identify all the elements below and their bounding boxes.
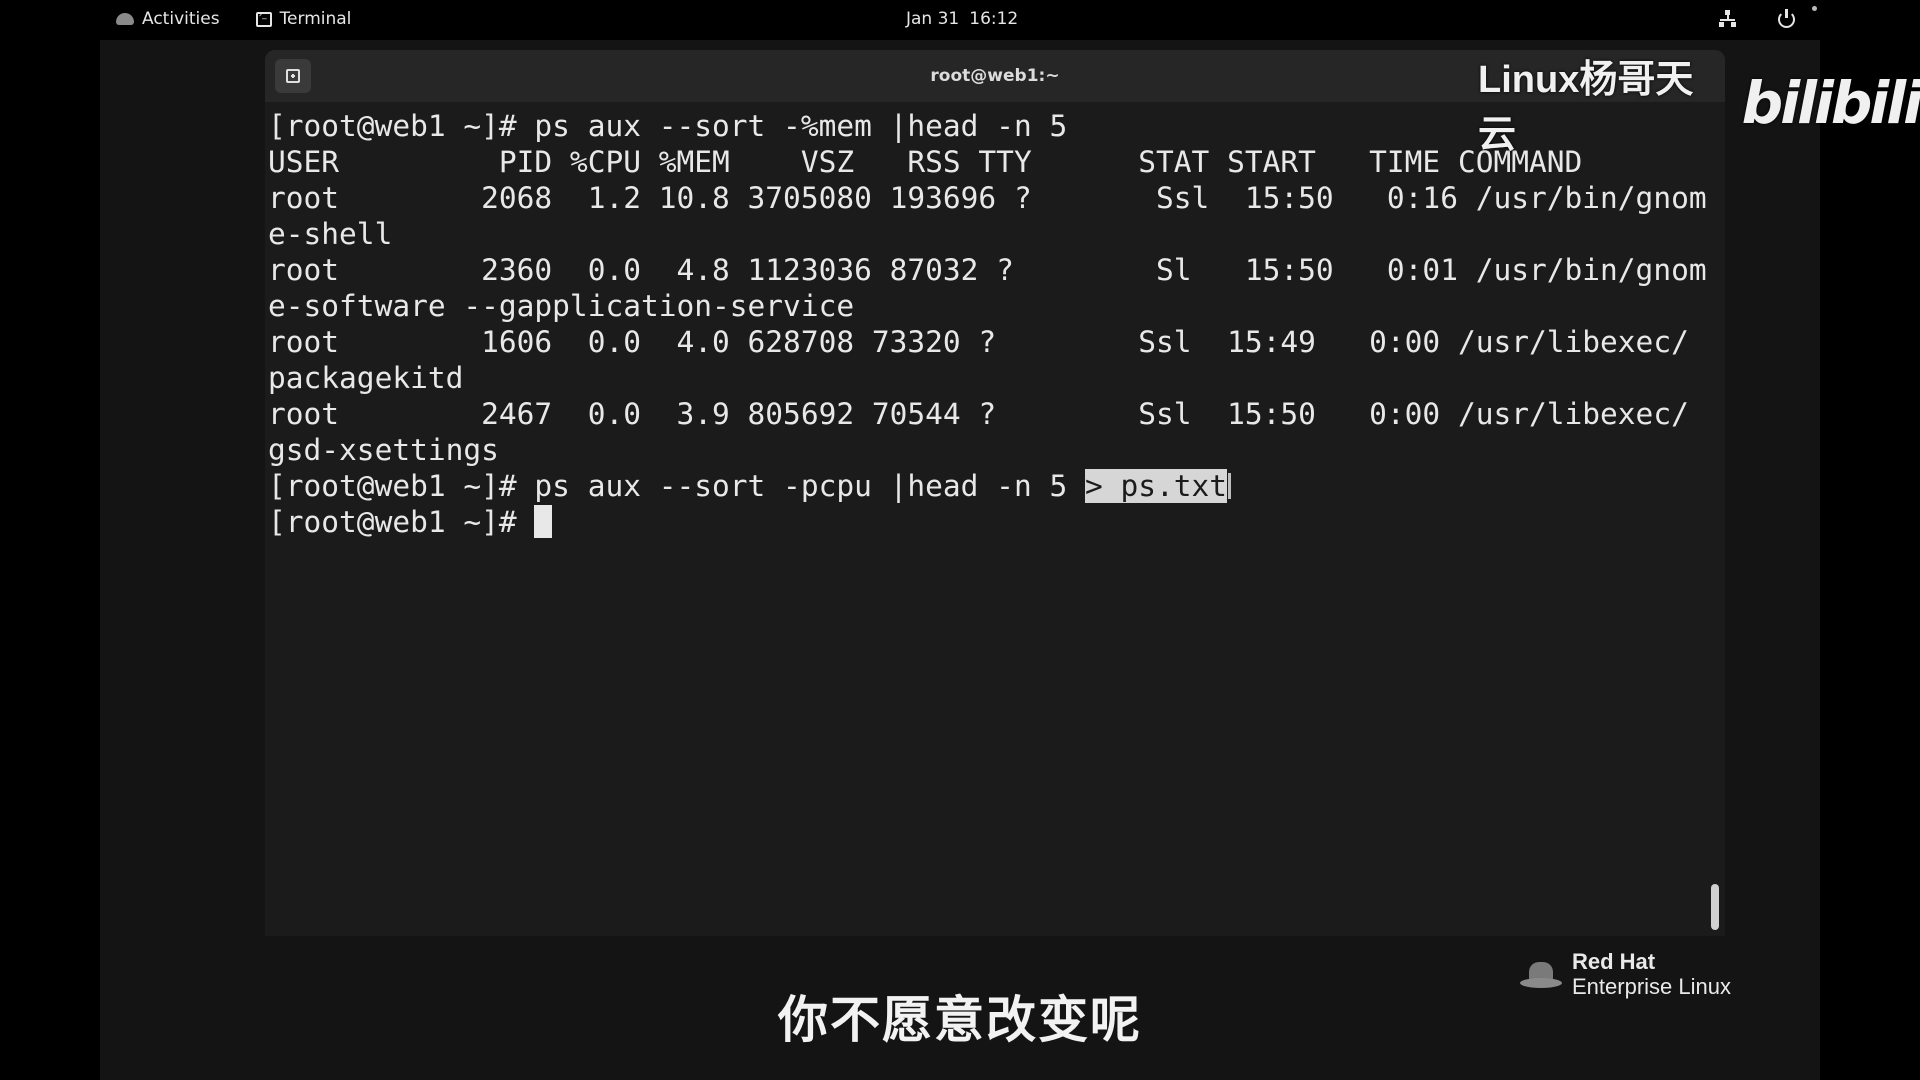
- watermark-text: Linux杨哥天云: [1478, 59, 1694, 156]
- topbar-left: Activities Terminal: [116, 0, 351, 38]
- notification-dot: [1812, 6, 1817, 11]
- clock-date: Jan 31: [906, 9, 960, 29]
- terminal-line: root 2360 0.0 4.8 1123036 87032 ? Sl 15:…: [268, 253, 1707, 287]
- clock-time: 16:12: [969, 9, 1019, 29]
- system-tray[interactable]: [1718, 0, 1795, 38]
- terminal-line: gsd-xsettings: [268, 433, 499, 467]
- selected-text[interactable]: > ps.txt: [1084, 469, 1228, 503]
- command-line: [root@web1 ~]# ps aux --sort -pcpu |head…: [268, 468, 1710, 504]
- prompt-text: [root@web1 ~]#: [268, 505, 535, 539]
- top-bar: Activities Terminal Jan 31 16:12: [0, 0, 1920, 38]
- terminal-line: root 2467 0.0 3.9 805692 70544 ? Ssl 15:…: [268, 397, 1689, 431]
- terminal-window[interactable]: root@web1:~ [root@web1 ~]# ps aux --sort…: [265, 50, 1725, 936]
- power-icon[interactable]: [1778, 8, 1795, 28]
- terminal-app-icon: [255, 10, 272, 27]
- terminal-line: root 2068 1.2 10.8 3705080 193696 ? Ssl …: [268, 181, 1707, 215]
- block-cursor: [534, 505, 553, 538]
- scrollbar[interactable]: [1709, 102, 1719, 936]
- terminal-line: packagekitd: [268, 361, 464, 395]
- app-menu-button[interactable]: Terminal: [255, 9, 352, 29]
- watermark: Linux杨哥天云 bilibili: [1478, 48, 1920, 158]
- activities-button[interactable]: Activities: [116, 9, 220, 29]
- terminal-line: e-software --gapplication-service: [268, 289, 855, 323]
- text-cursor-icon: [1228, 473, 1232, 499]
- bilibili-logo: bilibili: [1741, 69, 1920, 137]
- terminal-line: root 1606 0.0 4.0 628708 73320 ? Ssl 15:…: [268, 325, 1689, 359]
- prompt-line[interactable]: [root@web1 ~]#: [268, 504, 1710, 540]
- video-subtitle: 你不愿意改变呢: [778, 991, 1142, 1049]
- command-text: [root@web1 ~]# ps aux --sort -pcpu |head…: [268, 469, 1085, 503]
- terminal-line: e-shell: [268, 217, 393, 251]
- activities-label: Activities: [142, 9, 220, 29]
- network-icon[interactable]: [1718, 10, 1736, 28]
- redhat-name: Red Hat: [1572, 949, 1656, 974]
- scrollbar-thumb[interactable]: [1711, 884, 1719, 930]
- terminal-output[interactable]: [root@web1 ~]# ps aux --sort -%mem |head…: [265, 102, 1710, 936]
- app-name-label: Terminal: [279, 9, 352, 29]
- clock-button[interactable]: Jan 31 16:12: [906, 0, 1018, 38]
- activities-icon: [116, 13, 134, 25]
